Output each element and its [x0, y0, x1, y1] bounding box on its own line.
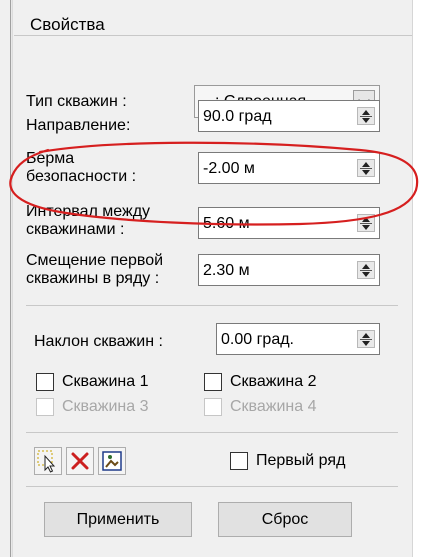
- select-wells-button[interactable]: [34, 447, 62, 475]
- well-incline-value: 0.00 град.: [221, 331, 294, 348]
- delete-x-icon: [71, 452, 89, 470]
- spin-down-icon: [362, 170, 370, 175]
- well-3-checkbox: [36, 398, 54, 416]
- spin-up-icon: [362, 162, 370, 167]
- separator: [26, 432, 398, 433]
- separator: [26, 305, 398, 306]
- spin-up-icon: [362, 110, 370, 115]
- spin-down-icon: [362, 118, 370, 123]
- well-interval-label-line2: скважинами :: [26, 221, 125, 238]
- first-well-offset-label-line1: Смещение первой: [26, 252, 164, 269]
- safety-berm-label-line1: Берма: [26, 150, 75, 167]
- select-pointer-icon: [37, 450, 56, 473]
- well-incline-spinner[interactable]: [357, 330, 375, 348]
- settings-image-icon: [102, 451, 122, 471]
- first-well-offset-value: 2.30 м: [203, 262, 250, 279]
- well-interval-value: 5.60 м: [203, 215, 250, 232]
- spin-down-icon: [362, 341, 370, 346]
- well-1-label: Скважина 1: [62, 373, 149, 390]
- well-interval-spinner[interactable]: [357, 214, 375, 232]
- spin-up-icon: [362, 264, 370, 269]
- properties-panel: Свойства Тип скважин : : Сдвоенная Напра…: [14, 0, 412, 557]
- well-1-checkbox[interactable]: [36, 373, 54, 391]
- first-well-offset-spinner[interactable]: [357, 261, 375, 279]
- spin-up-icon: [362, 217, 370, 222]
- apply-button[interactable]: Применить: [44, 502, 192, 537]
- first-well-offset-label-line2: скважины в ряду :: [26, 270, 160, 287]
- well-incline-label: Наклон скважин :: [34, 333, 163, 350]
- well-2-label: Скважина 2: [230, 373, 317, 390]
- safety-berm-field[interactable]: -2.00 м: [198, 152, 380, 184]
- spin-up-icon: [362, 333, 370, 338]
- separator: [26, 486, 398, 487]
- well-3-label: Скважина 3: [62, 398, 149, 415]
- direction-field[interactable]: 90.0 град: [198, 100, 380, 132]
- settings-button[interactable]: [98, 447, 126, 475]
- direction-value: 90.0 град: [203, 108, 272, 125]
- panel-header: Свойства: [14, 6, 412, 36]
- first-well-offset-field[interactable]: 2.30 м: [198, 254, 380, 286]
- well-incline-field[interactable]: 0.00 град.: [216, 323, 380, 355]
- well-interval-label-line1: Интервал между: [26, 203, 151, 220]
- well-4-label: Скважина 4: [230, 398, 317, 415]
- spin-down-icon: [362, 225, 370, 230]
- first-row-checkbox[interactable]: [230, 452, 248, 470]
- left-window-border: [10, 0, 13, 557]
- direction-spinner[interactable]: [357, 107, 375, 125]
- well-2-checkbox[interactable]: [204, 373, 222, 391]
- safety-berm-label-line2: безопасности :: [26, 168, 137, 185]
- delete-button[interactable]: [66, 447, 94, 475]
- right-window-border: [412, 0, 423, 557]
- safety-berm-value: -2.00 м: [203, 160, 255, 177]
- direction-label: Направление:: [26, 117, 131, 134]
- first-row-label: Первый ряд: [256, 452, 346, 469]
- reset-button[interactable]: Сброс: [218, 502, 352, 537]
- panel-title: Свойства: [30, 15, 105, 34]
- safety-berm-spinner[interactable]: [357, 159, 375, 177]
- well-4-checkbox: [204, 398, 222, 416]
- well-interval-field[interactable]: 5.60 м: [198, 207, 380, 239]
- well-type-label: Тип скважин :: [26, 93, 127, 110]
- spin-down-icon: [362, 272, 370, 277]
